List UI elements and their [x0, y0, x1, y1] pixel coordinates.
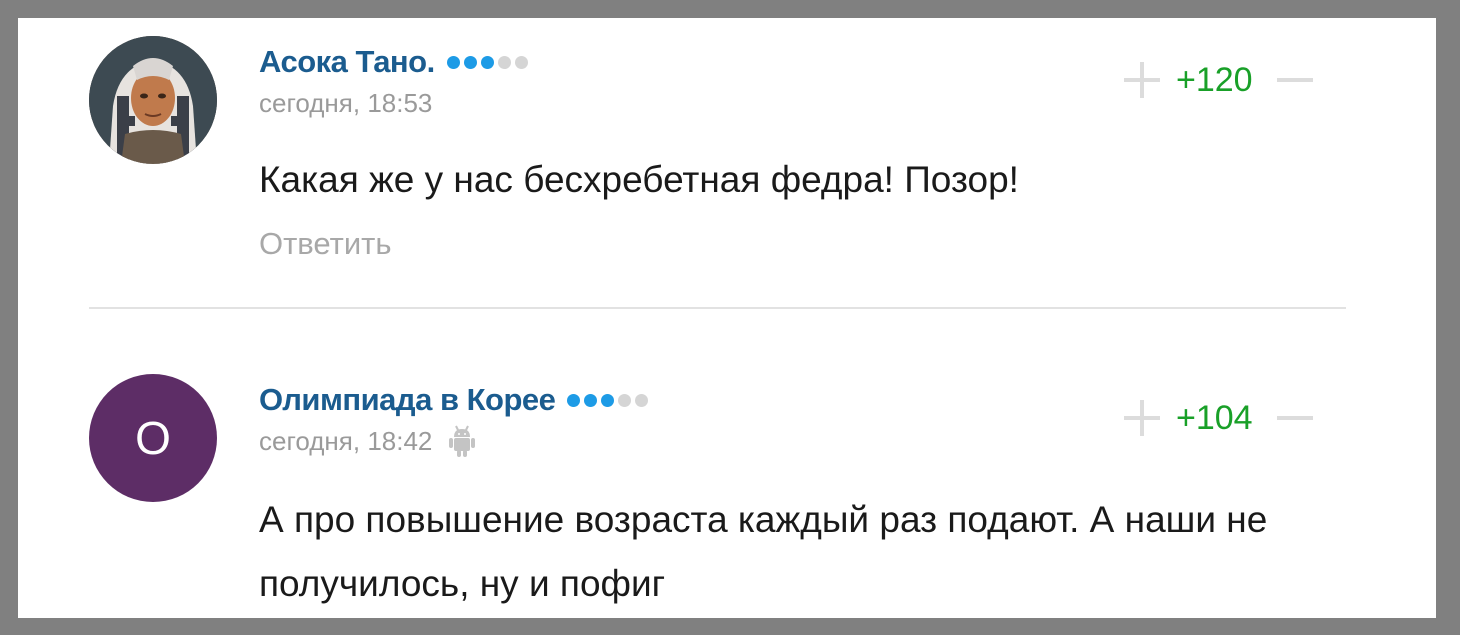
rank-dot [601, 393, 615, 407]
comment-item: О Олимпиада в Корее сегодня, 18:42 +104 … [18, 358, 1436, 618]
author-name[interactable]: Олимпиада в Корее [259, 382, 556, 418]
rank-dot [446, 55, 460, 69]
user-avatar[interactable]: О [89, 374, 217, 502]
user-avatar[interactable] [89, 36, 217, 164]
user-rank-dots [567, 393, 652, 407]
rank-dot [480, 55, 494, 69]
comment-text: Какая же у нас бесхребетная федра! Позор… [259, 159, 1019, 200]
user-photo-avatar-icon [89, 36, 217, 164]
author-row: Асока Тано. [259, 42, 532, 82]
upvote-plus-icon[interactable] [1122, 398, 1162, 438]
rank-dot [635, 393, 649, 407]
upvote-plus-icon[interactable] [1122, 60, 1162, 100]
rank-dot [618, 393, 632, 407]
comment-text: А про повышение возраста каждый раз пода… [259, 499, 1268, 604]
comment-score: +104 [1176, 398, 1253, 437]
author-name[interactable]: Асока Тано. [259, 44, 435, 80]
vote-controls: +120 [1122, 58, 1313, 102]
android-icon [448, 424, 476, 458]
rank-dot [584, 393, 598, 407]
comment-divider [89, 307, 1346, 309]
comment-timestamp: сегодня, 18:42 [259, 425, 433, 456]
meta-row: сегодня, 18:42 [259, 424, 476, 458]
comment-item: Асока Тано. сегодня, 18:53 +120 Какая же… [18, 18, 1436, 309]
reply-link[interactable]: Ответить [259, 226, 392, 262]
author-row: Олимпиада в Корее [259, 380, 652, 420]
meta-row: сегодня, 18:53 [259, 86, 432, 120]
downvote-minus-icon[interactable] [1275, 398, 1315, 438]
user-rank-dots [446, 55, 532, 69]
rank-dot [497, 55, 511, 69]
downvote-minus-icon[interactable] [1275, 60, 1315, 100]
rank-dot [567, 393, 581, 407]
vote-controls: +104 [1122, 396, 1313, 440]
comment-score: +120 [1176, 60, 1253, 99]
comment-timestamp: сегодня, 18:53 [259, 87, 433, 118]
rank-dot [514, 55, 528, 69]
comments-panel: Асока Тано. сегодня, 18:53 +120 Какая же… [18, 18, 1436, 618]
rank-dot [463, 55, 477, 69]
